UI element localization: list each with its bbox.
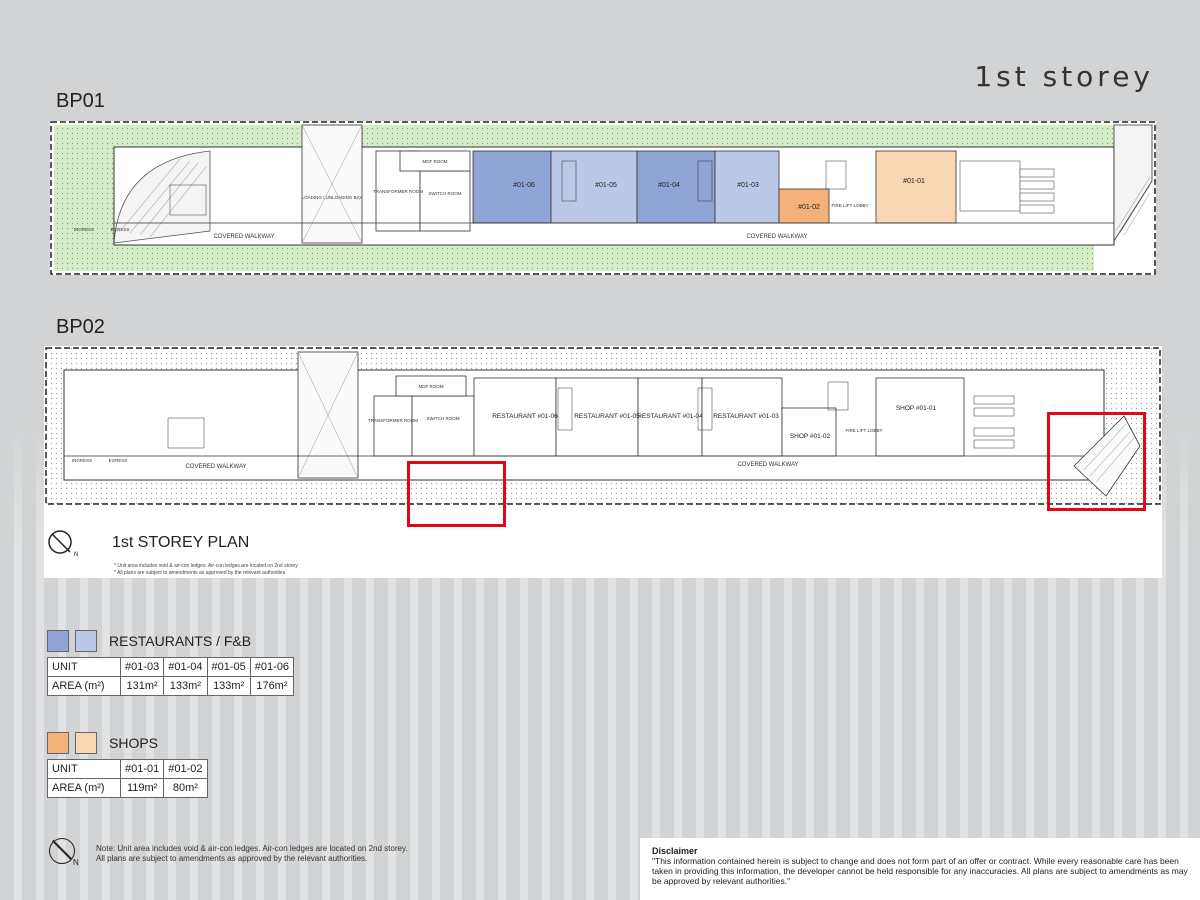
legend-swatch-light-orange [75,732,97,754]
legend-restaurants-title: RESTAURANTS / F&B [109,633,252,649]
bp02-note-1: * Unit area includes void & air-con ledg… [114,563,298,569]
bp02-transformer-label: TRANSFORMER ROOM [368,418,418,423]
bp02-plan-title: 1st STOREY PLAN [112,534,249,551]
table-cell: 80m² [163,778,208,798]
table-cell: 176m² [249,676,295,696]
bp01-lift-label: FIRE LIFT LOBBY [832,203,869,208]
shops-area-table: UNIT #01-01 #01-02 AREA (m²) 119m² 80m² [47,759,208,798]
table-cell: AREA (m²) [47,778,121,798]
bp01-unit-01-05: #01-05 [595,182,617,189]
restaurants-area-table: UNIT #01-03 #01-04 #01-05 #01-06 AREA (m… [47,657,295,696]
bp01-label: BP01 [56,90,105,112]
bp01-ingress-label: INGRESS [74,227,94,232]
bp01-floor-plan: COVERED WALKWAY COVERED WALKWAY LOADING … [50,121,1156,275]
legend-restaurants: RESTAURANTS / F&B [47,630,251,652]
page-title: 1st storey [974,60,1154,93]
legend-swatch-light-blue [75,630,97,652]
bp02-note-2: * All plans are subject to amendments as… [114,570,286,576]
bp02-unit-01-04: RESTAURANT #01-04 [637,413,703,420]
table-cell: #01-05 [206,657,251,677]
bp02-egress-label: EGRESS [109,458,128,463]
bp02-unit-01-06: RESTAURANT #01-06 [492,413,558,420]
north-arrow-icon [49,838,75,864]
table-cell: #01-06 [249,657,295,677]
table-row: UNIT #01-03 #01-04 #01-05 #01-06 [47,657,295,677]
table-row: AREA (m²) 119m² 80m² [47,778,208,798]
bp02-walkway-right-label: COVERED WALKWAY [737,462,798,468]
footer-note-line-2: All plans are subject to amendments as a… [96,854,368,863]
bp01-egress-label: EGRESS [111,227,130,232]
bp02-north-label: N [74,552,78,558]
bp02-switch-label: SWITCH ROOM [427,416,460,421]
bp01-unit-01-01: #01-01 [903,178,925,185]
bp01-transformer-label: TRANSFORMER ROOM [373,189,423,194]
disclaimer-text: "This information contained herein is su… [652,856,1188,886]
bp01-unit-01-02: #01-02 [798,204,820,211]
bp01-unit-01-03: #01-03 [737,182,759,189]
table-cell: UNIT [47,759,121,779]
highlight-marker-ramp [1047,412,1146,511]
bp01-walkway-right-label: COVERED WALKWAY [746,234,807,240]
north-label: N [73,858,79,867]
table-cell: 133m² [206,676,251,696]
bp01-unit-01-06: #01-06 [513,182,535,189]
table-cell: 133m² [163,676,208,696]
table-cell: 119m² [119,778,165,798]
bp01-mdf-label: MDF ROOM [423,159,448,164]
table-cell: #01-04 [163,657,208,677]
bp01-switch-label: SWITCH ROOM [429,191,462,196]
table-cell: AREA (m²) [47,676,121,696]
bp02-unit-01-05: RESTAURANT #01-05 [574,413,640,420]
table-row: UNIT #01-01 #01-02 [47,759,208,779]
bp01-walkway-left-label: COVERED WALKWAY [213,234,274,240]
legend-shops: SHOPS [47,732,158,754]
legend-shops-title: SHOPS [109,735,159,751]
bp02-ingress-label: INGRESS [72,458,92,463]
legend-swatch-orange [47,732,69,754]
table-cell: 131m² [119,676,165,696]
bp02-label: BP02 [56,316,105,338]
bp01-loading-label: LOADING / UNLOADING BAY [302,195,363,200]
legend-swatch-dark-blue [47,630,69,652]
bp02-walkway-left-label: COVERED WALKWAY [185,464,246,470]
highlight-marker-entrance [407,461,506,527]
bp01-unit-01-04: #01-04 [658,182,680,189]
disclaimer-box: Disclaimer "This information contained h… [640,838,1200,900]
bp02-unit-01-01: SHOP #01-01 [896,405,937,412]
bp02-lift-label: FIRE LIFT LOBBY [846,428,883,433]
table-cell: #01-02 [163,759,208,779]
bp02-floor-plan: COVERED WALKWAY COVERED WALKWAY TRANSFOR… [44,346,1162,578]
bp02-unit-01-02: SHOP #01-02 [790,433,831,440]
table-cell: #01-03 [119,657,165,677]
table-cell: UNIT [47,657,121,677]
table-cell: #01-01 [119,759,165,779]
disclaimer-heading: Disclaimer [652,846,698,856]
footer-note-line-1: Note: Unit area includes void & air-con … [96,844,408,853]
footer-note: Note: Unit area includes void & air-con … [96,844,408,864]
table-row: AREA (m²) 131m² 133m² 133m² 176m² [47,676,295,696]
bp02-unit-01-03: RESTAURANT #01-03 [713,413,779,420]
bp02-mdf-label: MDF ROOM [419,384,444,389]
